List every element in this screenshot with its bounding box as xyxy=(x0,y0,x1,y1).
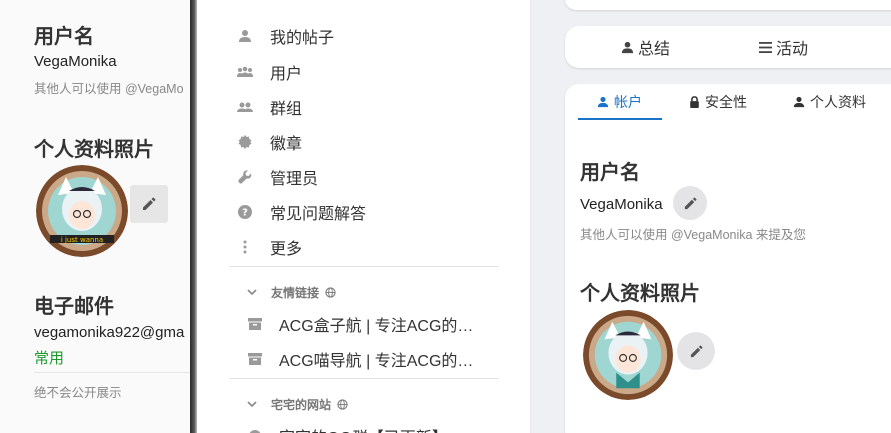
username-hint: 其他人可以使用 @VegaMonika 来提及您 xyxy=(580,228,806,242)
globe-icon xyxy=(325,287,336,298)
section-site-toggle[interactable]: 宅宅的网站 xyxy=(247,396,348,413)
tab-summary-label: 总结 xyxy=(638,41,671,58)
menu-item-more[interactable]: 更多 xyxy=(237,232,302,262)
left-panel-content: 用户名 VegaMonika 其他人可以使用 @VegaMo 个人资料照片 i … xyxy=(0,0,192,433)
tab-activity-label: 活动 xyxy=(776,41,809,58)
svg-text:?: ? xyxy=(242,208,248,219)
tab-summary[interactable]: 总结 xyxy=(621,26,670,68)
tab-security-label: 安全性 xyxy=(705,94,747,110)
friend-link-item[interactable]: ACG喵导航 | 专注ACG的… xyxy=(247,345,479,373)
menu-item-label: 我的帖子 xyxy=(270,30,335,47)
username-hint: 其他人可以使用 @VegaMo xyxy=(34,82,184,96)
pencil-icon xyxy=(143,197,156,210)
pencil-icon xyxy=(684,196,697,209)
friend-link-label: ACG盒子航 | 专注ACG的… xyxy=(279,318,474,335)
friend-link-item[interactable]: ACG盒子航 | 专注ACG的… xyxy=(247,310,479,338)
site-link-item[interactable]: 宅宅的QQ群【已更新】 xyxy=(247,422,479,433)
username-heading: 用户名 xyxy=(34,26,94,48)
avatar[interactable] xyxy=(583,310,673,400)
tab-account-label: 帐户 xyxy=(614,94,642,110)
group-icon xyxy=(237,99,253,115)
email-status: 常用 xyxy=(34,350,65,367)
tab-account[interactable]: 帐户 xyxy=(597,84,642,120)
menu-divider xyxy=(229,266,499,267)
divider xyxy=(34,372,192,373)
more-vertical-icon xyxy=(237,239,253,255)
summary-activity-tabs: 总结 活动 xyxy=(565,26,891,68)
globe-icon xyxy=(337,399,348,410)
tab-profile-label: 个人资料 xyxy=(810,94,866,110)
users-icon xyxy=(237,64,253,80)
tab-profile[interactable]: 个人资料 xyxy=(793,84,866,120)
menu-item-label: 徽章 xyxy=(270,136,303,153)
user-icon xyxy=(621,41,634,53)
badge-icon xyxy=(237,134,253,150)
user-icon xyxy=(597,96,609,108)
section-friend-links-label: 友情链接 xyxy=(271,286,320,300)
chevron-down-icon xyxy=(247,289,257,296)
pencil-icon xyxy=(690,344,703,357)
section-friend-links-toggle[interactable]: 友情链接 xyxy=(247,284,336,301)
avatar[interactable]: i just wanna xyxy=(36,165,128,257)
email-hint: 绝不会公开展示 xyxy=(34,386,122,400)
avatar-banner-text: i just wanna xyxy=(61,236,103,244)
menu-item-label: 更多 xyxy=(270,241,303,258)
user-icon xyxy=(237,28,253,44)
archive-icon xyxy=(247,316,263,332)
avatar-image xyxy=(583,310,673,400)
menu-item-users[interactable]: 用户 xyxy=(237,57,302,87)
tab-security[interactable]: 安全性 xyxy=(689,84,747,120)
menu-item-groups[interactable]: 群组 xyxy=(237,92,302,122)
menu-item-my-posts[interactable]: 我的帖子 xyxy=(237,21,334,51)
edit-avatar-button[interactable] xyxy=(677,332,715,370)
archive-icon xyxy=(247,351,263,367)
menu-divider xyxy=(229,378,499,379)
lock-icon xyxy=(690,96,699,108)
menu-item-admin[interactable]: 管理员 xyxy=(237,162,318,192)
photo-heading: 个人资料照片 xyxy=(580,283,700,305)
menu-item-label: 群组 xyxy=(270,101,303,118)
friend-link-label: ACG喵导航 | 专注ACG的… xyxy=(279,353,474,370)
menu-item-badges[interactable]: 徽章 xyxy=(237,127,302,157)
profile-settings-card: 帐户 安全性 个人资料 用户名 VegaMonika 其他人可以使用 @Vega… xyxy=(565,84,891,433)
username-value: VegaMonika xyxy=(34,53,117,70)
menu-item-label: 用户 xyxy=(270,66,303,83)
sidebar-menu: 我的帖子 用户 群组 徽章 管理员 ? 常见问题解答 更多 友情链接 ACG盒子… xyxy=(197,0,531,433)
menu-item-label: 管理员 xyxy=(270,171,319,188)
tab-activity[interactable]: 活动 xyxy=(759,26,808,68)
drawer-shadow-edge xyxy=(190,0,197,433)
top-card xyxy=(565,0,891,10)
edit-username-button[interactable] xyxy=(673,186,707,220)
question-icon: ? xyxy=(237,204,253,220)
menu-item-label: 常见问题解答 xyxy=(270,206,367,223)
photo-heading: 个人资料照片 xyxy=(34,139,154,161)
email-heading: 电子邮件 xyxy=(34,296,114,318)
wrench-icon xyxy=(237,169,253,185)
active-tab-indicator xyxy=(578,118,662,120)
menu-item-faq[interactable]: ? 常见问题解答 xyxy=(237,197,366,227)
site-link-label: 宅宅的QQ群【已更新】 xyxy=(279,424,479,433)
edit-avatar-button[interactable] xyxy=(130,185,168,223)
user-icon xyxy=(793,96,805,108)
username-value: VegaMonika xyxy=(580,196,663,213)
left-preferences-panel: 用户名 VegaMonika 其他人可以使用 @VegaMo 个人资料照片 i … xyxy=(0,0,192,433)
list-icon xyxy=(759,41,772,53)
avatar-image: i just wanna xyxy=(36,165,128,257)
username-heading: 用户名 xyxy=(580,162,640,184)
chevron-down-icon xyxy=(247,401,257,408)
section-site-label: 宅宅的网站 xyxy=(271,398,332,412)
email-value: vegamonika922@gma xyxy=(34,324,185,341)
circle-icon xyxy=(247,428,263,433)
